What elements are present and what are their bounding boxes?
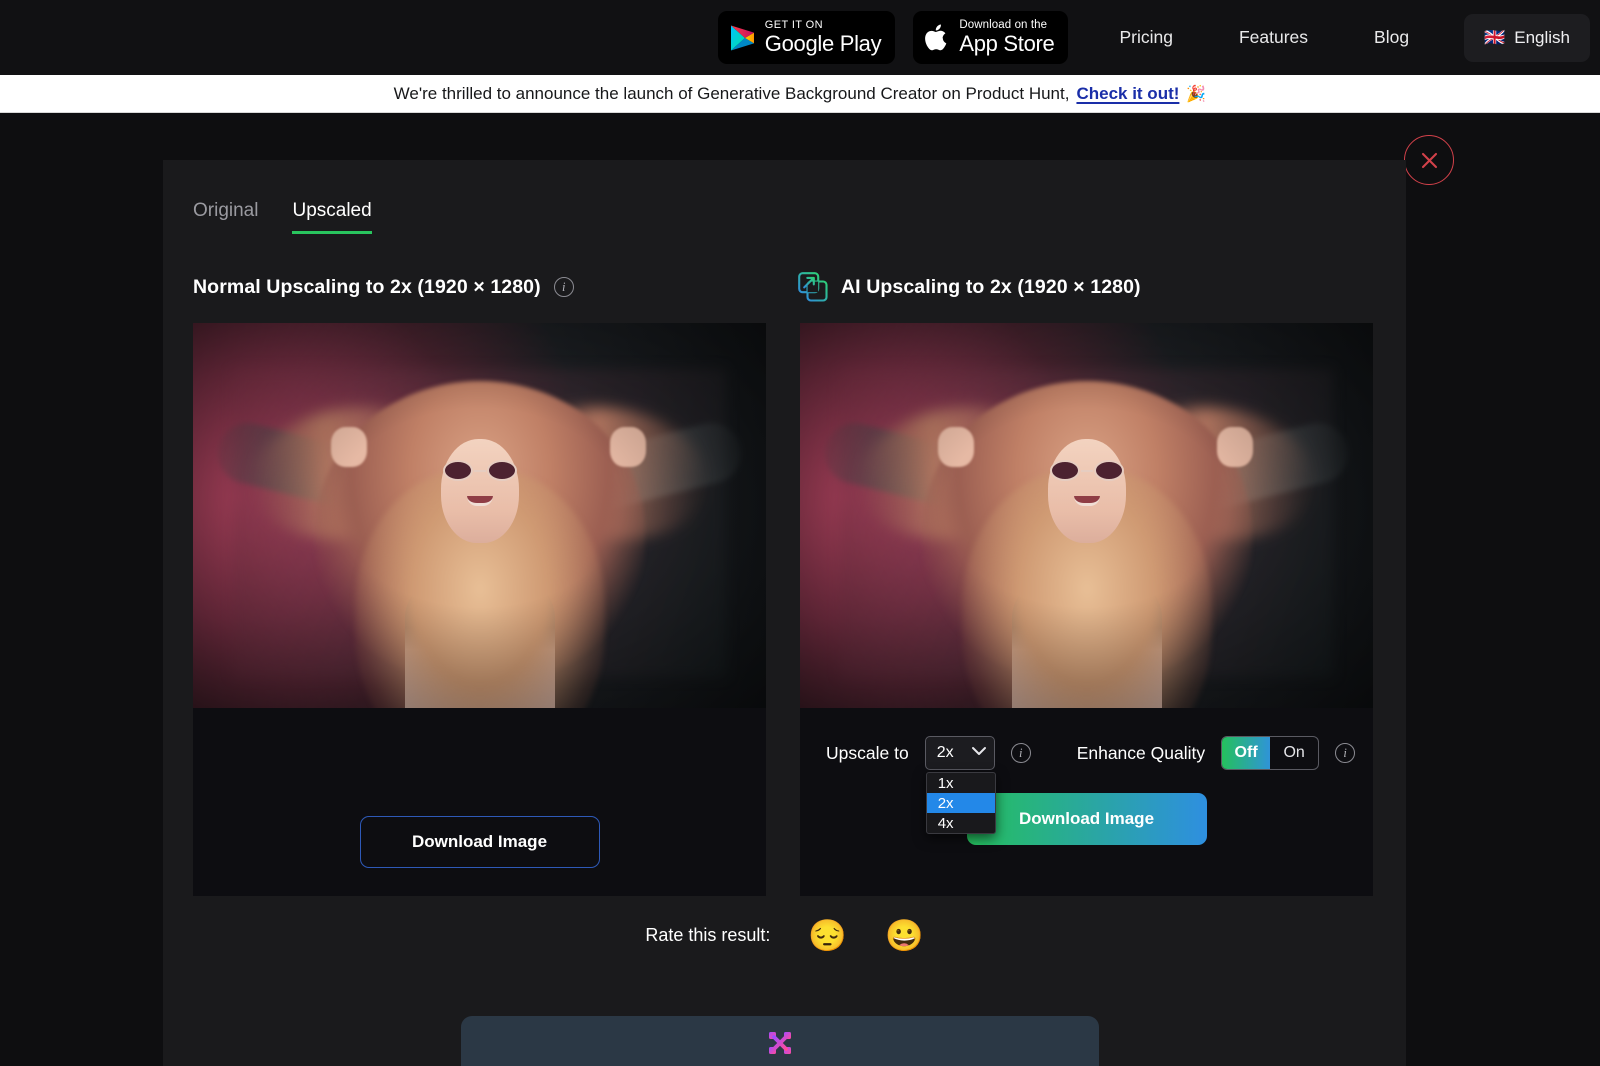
nav-link-pricing[interactable]: Pricing: [1086, 27, 1206, 48]
download-ai-button[interactable]: Download Image: [966, 793, 1207, 845]
normal-upscaling-heading: Normal Upscaling to 2x (1920 × 1280): [193, 275, 541, 298]
ai-upscaling-card: Upscale to 2x 1x 2x 4x i Enhance Quality…: [800, 323, 1373, 896]
announcement-banner: We're thrilled to announce the launch of…: [0, 75, 1600, 113]
chevron-down-icon: [971, 744, 987, 762]
nav-link-features[interactable]: Features: [1206, 27, 1341, 48]
result-tabs: Original Upscaled: [163, 160, 1406, 234]
upscale-factor-dropdown[interactable]: 1x 2x 4x: [925, 772, 996, 834]
normal-upscaling-heading-group: Normal Upscaling to 2x (1920 × 1280) i: [193, 272, 798, 302]
normal-upscaling-info-icon[interactable]: i: [553, 277, 574, 297]
rating-row: Rate this result: 😔 😀: [163, 920, 1406, 951]
party-popper-icon: 🎉: [1186, 85, 1207, 103]
google-play-button[interactable]: GET IT ON Google Play: [717, 11, 896, 64]
normal-upscaled-image: [193, 323, 766, 708]
announcement-cta-link[interactable]: Check it out!: [1076, 84, 1179, 104]
upscale-factor-info-icon[interactable]: i: [1010, 743, 1031, 763]
close-icon: [1420, 151, 1439, 170]
comparison-cards: Download Image Upscale to 2x 1x 2x 4x i …: [163, 302, 1406, 896]
ai-upscaled-image: [800, 323, 1373, 708]
enhance-quality-info-icon[interactable]: i: [1335, 743, 1356, 763]
upscale-result-modal: Original Upscaled Normal Upscaling to 2x…: [163, 160, 1406, 1066]
enhance-quality-on-segment[interactable]: On: [1270, 737, 1318, 769]
app-store-label: App Store: [959, 31, 1055, 57]
normal-upscaling-card: Download Image: [193, 323, 766, 896]
upscale-option-2x[interactable]: 2x: [926, 793, 995, 813]
enhance-quality-toggle[interactable]: Off On: [1221, 736, 1320, 770]
upscale-option-4x[interactable]: 4x: [927, 813, 995, 833]
upscale-factor-select[interactable]: 2x 1x 2x 4x: [924, 736, 996, 834]
upscale-option-1x[interactable]: 1x: [927, 773, 995, 793]
upscale-factor-value: 2x: [936, 744, 954, 761]
app-store-button[interactable]: Download on the App Store: [913, 11, 1069, 64]
language-selector[interactable]: 🇬🇧 English: [1464, 13, 1590, 62]
google-play-label: Google Play: [764, 31, 882, 56]
ai-upscale-icon: [798, 272, 828, 302]
promo-panel[interactable]: [461, 1016, 1099, 1066]
google-play-small-label: GET IT ON: [764, 19, 823, 31]
ai-upscaling-heading-group: AI Upscaling to 2x (1920 × 1280): [798, 272, 1141, 302]
tab-original[interactable]: Original: [193, 200, 258, 234]
upscale-to-label: Upscale to: [826, 742, 909, 763]
rating-happy-emoji-button[interactable]: 😀: [885, 920, 924, 951]
page-body: Original Upscaled Normal Upscaling to 2x…: [0, 113, 1600, 1066]
tab-upscaled[interactable]: Upscaled: [292, 200, 372, 234]
promo-logo-icon: [767, 1030, 793, 1056]
language-label: English: [1514, 27, 1570, 47]
app-store-small-label: Download on the: [959, 18, 1048, 31]
uk-flag-icon: 🇬🇧: [1484, 28, 1506, 47]
close-modal-button[interactable]: [1404, 135, 1454, 185]
download-normal-button[interactable]: Download Image: [359, 816, 600, 868]
nav-link-blog[interactable]: Blog: [1341, 27, 1442, 48]
announcement-message: We're thrilled to announce the launch of…: [393, 83, 1070, 103]
panel-headings-row: Normal Upscaling to 2x (1920 × 1280) i A…: [163, 234, 1406, 302]
rate-this-result-label: Rate this result:: [645, 925, 771, 945]
rating-sad-emoji-button[interactable]: 😔: [808, 920, 847, 951]
enhance-quality-off-segment[interactable]: Off: [1222, 737, 1271, 769]
ai-upscale-controls: Upscale to 2x 1x 2x 4x i Enhance Quality…: [800, 708, 1373, 834]
enhance-quality-label: Enhance Quality: [1076, 742, 1206, 763]
top-navigation-bar: GET IT ON Google Play Download on the Ap…: [0, 0, 1600, 75]
apple-icon: [925, 23, 950, 53]
google-play-icon: [730, 24, 756, 52]
ai-upscaling-heading: AI Upscaling to 2x (1920 × 1280): [841, 275, 1141, 298]
